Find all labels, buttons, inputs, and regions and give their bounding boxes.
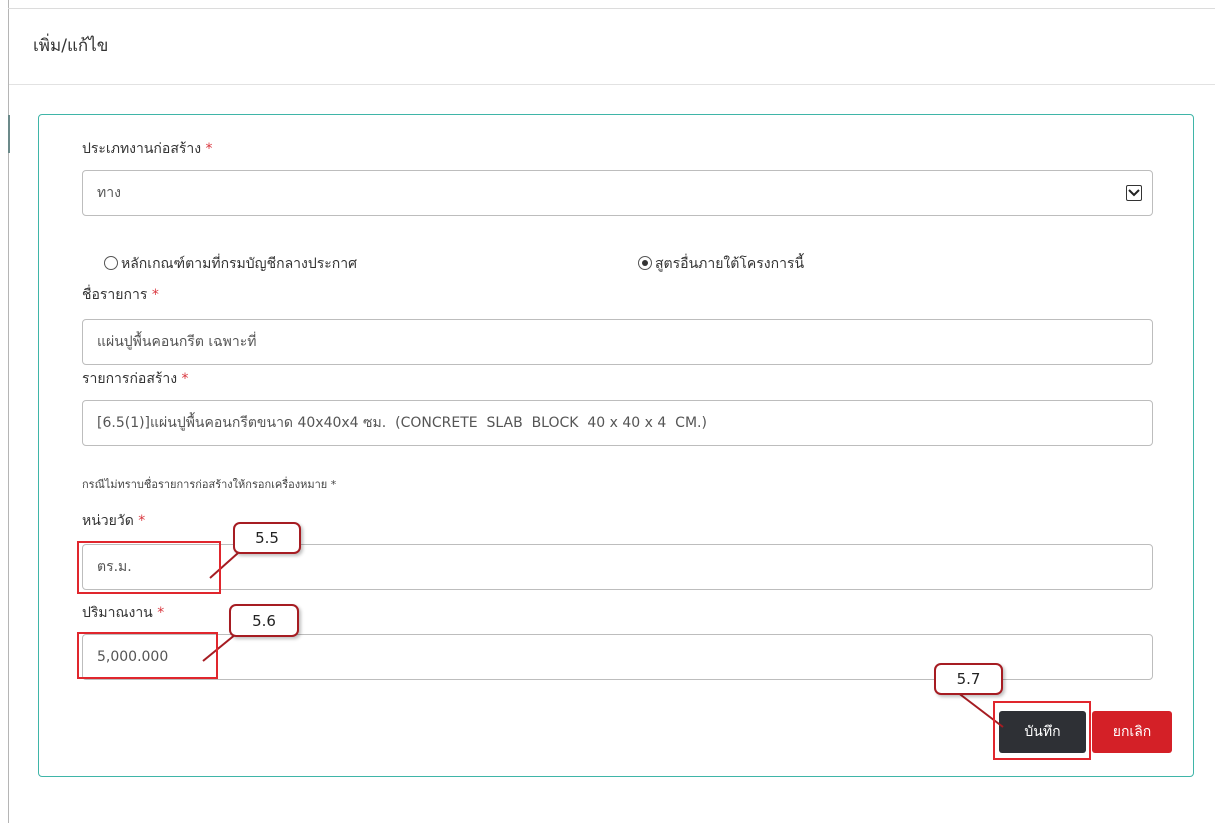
construction-type-select[interactable]: ทาง	[82, 170, 1153, 216]
item-name-value: แผ่นปูพื้นคอนกรีต เฉพาะที่	[97, 334, 257, 350]
save-callout-bubble: 5.7	[934, 663, 1003, 695]
radio-option-other-formula[interactable]: สูตรอื่นภายใต้โครงการนี้	[638, 253, 804, 275]
construction-type-label-text: ประเภทงานก่อสร้าง	[82, 141, 202, 157]
required-mark: *	[138, 513, 146, 529]
required-mark: *	[157, 605, 165, 621]
radio-button[interactable]	[104, 256, 118, 270]
unit-label-text: หน่วยวัด	[82, 513, 134, 529]
item-name-label: ชื่อรายการ *	[82, 284, 159, 306]
unit-highlight-box	[77, 541, 221, 594]
left-accent	[8, 115, 10, 153]
radio-label: หลักเกณฑ์ตามที่กรมบัญชีกลางประกาศ	[121, 256, 358, 272]
top-border	[8, 8, 1215, 9]
item-name-label-text: ชื่อรายการ	[82, 287, 148, 303]
page-title: เพิ่ม/แก้ไข	[33, 36, 109, 56]
unit-callout-bubble: 5.5	[233, 522, 301, 554]
required-mark: *	[205, 141, 213, 157]
required-mark: *	[181, 371, 189, 387]
construction-item-label-text: รายการก่อสร้าง	[82, 371, 178, 387]
quantity-label: ปริมาณงาน *	[82, 602, 164, 624]
radio-button-checked[interactable]	[638, 256, 652, 270]
construction-item-label: รายการก่อสร้าง *	[82, 368, 189, 390]
unit-label: หน่วยวัด *	[82, 510, 145, 532]
hint-text: กรณีไม่ทราบชื่อรายการก่อสร้างให้กรอกเครื…	[82, 478, 337, 491]
radio-option-dept[interactable]: หลักเกณฑ์ตามที่กรมบัญชีกลางประกาศ	[104, 253, 357, 275]
cancel-button[interactable]: ยกเลิก	[1092, 711, 1172, 753]
chevron-down-icon[interactable]	[1126, 185, 1142, 201]
construction-type-label: ประเภทงานก่อสร้าง *	[82, 138, 213, 160]
construction-type-value: ทาง	[97, 185, 121, 201]
radio-label: สูตรอื่นภายใต้โครงการนี้	[655, 256, 805, 272]
construction-item-input[interactable]: [6.5(1)]แผ่นปูพื้นคอนกรีตขนาด 40x40x4 ซม…	[82, 400, 1153, 446]
quantity-label-text: ปริมาณงาน	[82, 605, 153, 621]
required-mark: *	[151, 287, 159, 303]
quantity-callout-bubble: 5.6	[229, 604, 299, 637]
item-name-input[interactable]: แผ่นปูพื้นคอนกรีต เฉพาะที่	[82, 319, 1153, 365]
save-highlight-box	[993, 701, 1091, 760]
header-divider	[9, 84, 1215, 85]
construction-item-value: [6.5(1)]แผ่นปูพื้นคอนกรีตขนาด 40x40x4 ซม…	[97, 415, 707, 431]
quantity-highlight-box	[77, 632, 218, 679]
